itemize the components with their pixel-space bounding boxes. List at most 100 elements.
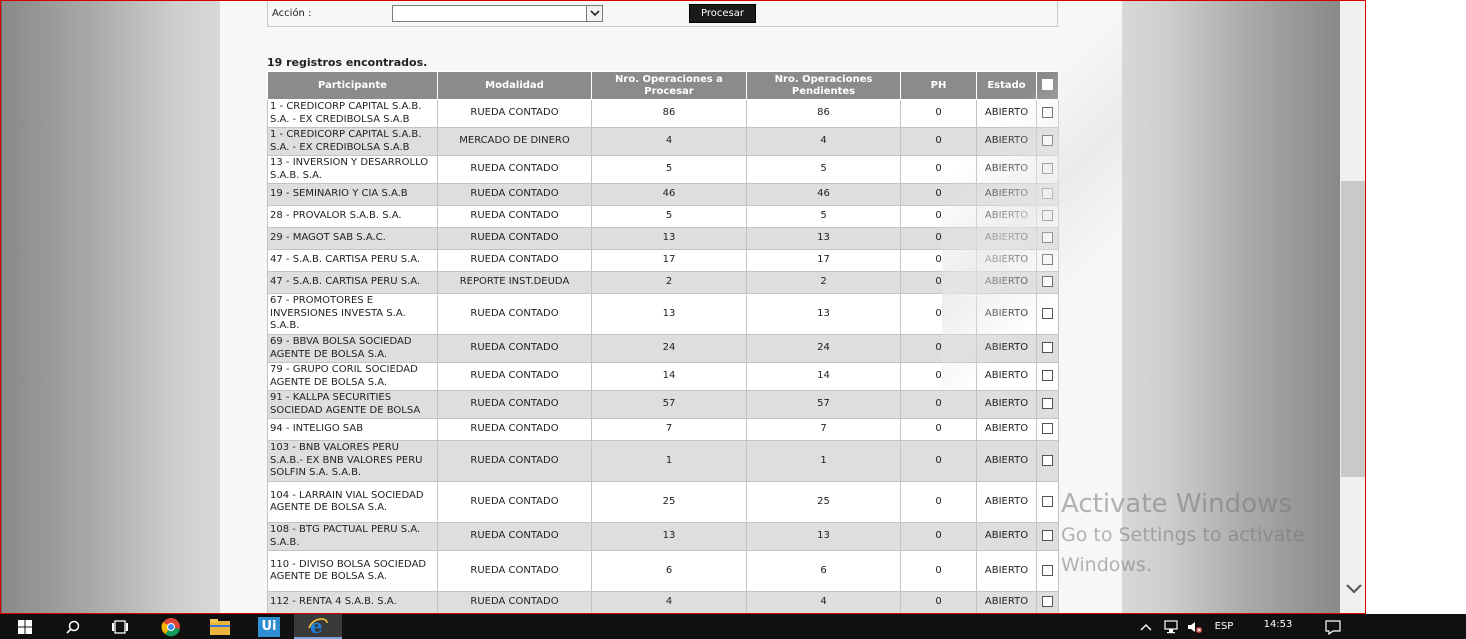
cell-select	[1036, 293, 1059, 335]
uipath-icon[interactable]: Ui	[253, 614, 285, 639]
cell-nro-pendientes: 7	[746, 418, 901, 441]
row-checkbox[interactable]	[1042, 232, 1053, 243]
cell-ph: 0	[900, 334, 977, 363]
table-row: 91 - KALLPA SECURITIES SOCIEDAD AGENTE D…	[267, 390, 1059, 419]
cell-nro-procesar: 13	[591, 522, 747, 551]
task-view-icon[interactable]	[105, 614, 135, 639]
chrome-icon[interactable]	[155, 614, 187, 639]
table-row: 13 - INVERSION Y DESARROLLO S.A.B. S.A. R…	[267, 155, 1059, 184]
cell-nro-pendientes: 46	[746, 183, 901, 206]
table-row: 112 - RENTA 4 S.A.B. S.A. RUEDA CONTADO 4 4…	[267, 591, 1059, 613]
cell-nro-pendientes: 2	[746, 271, 901, 294]
cell-nro-procesar: 1	[591, 440, 747, 482]
chevron-down-icon[interactable]	[586, 6, 602, 21]
cell-estado: ABIERTO	[976, 522, 1037, 551]
notification-icon[interactable]	[1320, 614, 1346, 639]
row-checkbox[interactable]	[1042, 423, 1053, 434]
cell-estado: ABIERTO	[976, 183, 1037, 206]
row-checkbox[interactable]	[1042, 398, 1053, 409]
cell-participante: 67 - PROMOTORES E INVERSIONES INVESTA S.…	[267, 293, 438, 335]
clock-time[interactable]: 14:53	[1250, 614, 1306, 639]
procesar-button[interactable]: Procesar	[689, 4, 756, 23]
language-indicator[interactable]: ESP	[1208, 614, 1240, 639]
scroll-down-chevron-icon[interactable]	[1345, 583, 1362, 599]
cell-participante: 1 - CREDICORP CAPITAL S.A.B. S.A. - EX C…	[267, 127, 438, 156]
vertical-scrollbar[interactable]	[1340, 1, 1365, 613]
header-ph: PH	[900, 71, 977, 100]
table-row: 94 - INTELIGO SAB RUEDA CONTADO 7 7 0 ABIERTO	[267, 418, 1059, 441]
row-checkbox[interactable]	[1042, 454, 1053, 466]
chevron-up-icon[interactable]	[1138, 614, 1154, 639]
search-icon[interactable]	[58, 614, 88, 639]
watermark-title: Activate Windows	[1061, 489, 1292, 519]
cell-participante: 47 - S.A.B. CARTISA PERU S.A.	[267, 249, 438, 272]
cell-select	[1036, 390, 1059, 419]
cell-nro-pendientes: 86	[746, 99, 901, 128]
cell-modalidad: RUEDA CONTADO	[437, 418, 592, 441]
cell-estado: ABIERTO	[976, 249, 1037, 272]
network-icon[interactable]	[1160, 614, 1182, 639]
cell-select	[1036, 127, 1059, 156]
cell-modalidad: RUEDA CONTADO	[437, 99, 592, 128]
filter-panel: Acción : Procesar	[267, 1, 1058, 27]
cell-modalidad: RUEDA CONTADO	[437, 550, 592, 592]
cell-participante: 91 - KALLPA SECURITIES SOCIEDAD AGENTE D…	[267, 390, 438, 419]
file-explorer-icon[interactable]	[204, 614, 236, 639]
row-checkbox[interactable]	[1042, 564, 1053, 576]
cell-select	[1036, 271, 1059, 294]
cell-estado: ABIERTO	[976, 418, 1037, 441]
volume-muted-icon[interactable]	[1184, 614, 1206, 639]
cell-select	[1036, 155, 1059, 184]
cell-nro-procesar: 13	[591, 293, 747, 335]
row-checkbox[interactable]	[1042, 107, 1053, 118]
cell-participante: 108 - BTG PACTUAL PERU S.A. S.A.B.	[267, 522, 438, 551]
cell-estado: ABIERTO	[976, 155, 1037, 184]
row-checkbox[interactable]	[1042, 530, 1053, 541]
cell-modalidad: RUEDA CONTADO	[437, 293, 592, 335]
cell-select	[1036, 183, 1059, 206]
cell-participante: 94 - INTELIGO SAB	[267, 418, 438, 441]
cell-modalidad: REPORTE INST.DEUDA	[437, 271, 592, 294]
cell-nro-pendientes: 57	[746, 390, 901, 419]
select-all-checkbox[interactable]	[1042, 79, 1053, 91]
cell-estado: ABIERTO	[976, 293, 1037, 335]
cell-ph: 0	[900, 481, 977, 523]
internet-explorer-icon[interactable]: e	[294, 614, 342, 639]
cell-estado: ABIERTO	[976, 334, 1037, 363]
row-checkbox[interactable]	[1042, 188, 1053, 199]
row-checkbox[interactable]	[1042, 210, 1053, 221]
row-checkbox[interactable]	[1042, 254, 1053, 265]
cell-nro-procesar: 14	[591, 362, 747, 391]
cell-nro-procesar: 86	[591, 99, 747, 128]
table-row: 69 - BBVA BOLSA SOCIEDAD AGENTE DE BOLSA…	[267, 334, 1059, 363]
row-checkbox[interactable]	[1042, 135, 1053, 146]
cell-nro-procesar: 7	[591, 418, 747, 441]
header-modalidad: Modalidad	[437, 71, 592, 100]
cell-ph: 0	[900, 550, 977, 592]
cell-nro-procesar: 57	[591, 390, 747, 419]
cell-modalidad: RUEDA CONTADO	[437, 334, 592, 363]
scrollbar-thumb[interactable]	[1341, 181, 1365, 477]
row-checkbox[interactable]	[1042, 276, 1053, 287]
cell-select	[1036, 591, 1059, 613]
header-participante: Participante	[267, 71, 438, 100]
cell-nro-procesar: 4	[591, 591, 747, 613]
row-checkbox[interactable]	[1042, 163, 1053, 174]
row-checkbox[interactable]	[1042, 596, 1053, 607]
row-checkbox[interactable]	[1042, 495, 1053, 507]
row-checkbox[interactable]	[1042, 370, 1053, 381]
row-checkbox[interactable]	[1042, 307, 1053, 319]
cell-select	[1036, 481, 1059, 523]
cell-estado: ABIERTO	[976, 205, 1037, 228]
cell-participante: 13 - INVERSION Y DESARROLLO S.A.B. S.A.	[267, 155, 438, 184]
cell-nro-pendientes: 1	[746, 440, 901, 482]
table-row: 29 - MAGOT SAB S.A.C. RUEDA CONTADO 13 13 0 A…	[267, 227, 1059, 250]
cell-modalidad: RUEDA CONTADO	[437, 205, 592, 228]
activate-windows-watermark: Activate Windows Go to Settings to activ…	[1061, 488, 1331, 580]
row-checkbox[interactable]	[1042, 342, 1053, 353]
accion-select[interactable]	[392, 5, 603, 22]
windows-start-icon[interactable]	[10, 614, 40, 639]
cell-modalidad: RUEDA CONTADO	[437, 362, 592, 391]
cell-participante: 79 - GRUPO CORIL SOCIEDAD AGENTE DE BOLS…	[267, 362, 438, 391]
cell-modalidad: RUEDA CONTADO	[437, 249, 592, 272]
